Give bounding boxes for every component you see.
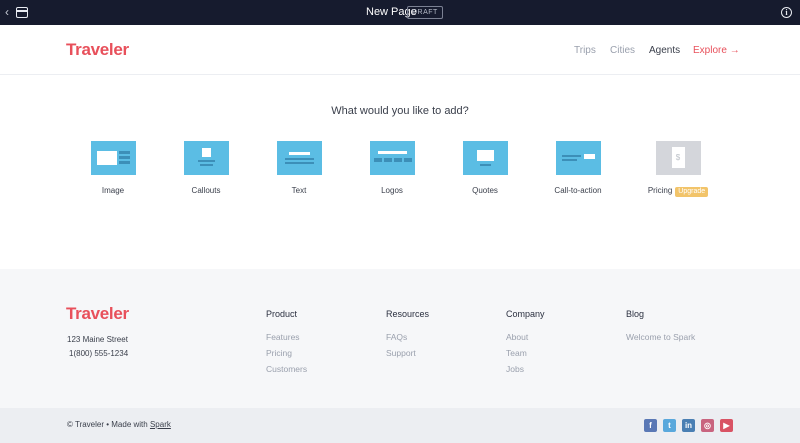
footer-column-title: Blog [626,309,645,319]
chevron-left-icon[interactable]: ‹ [5,5,15,20]
block-option-text[interactable]: Text [259,141,339,195]
youtube-icon[interactable]: ▶ [720,419,733,432]
window-icon[interactable] [16,7,28,18]
footer-logo[interactable]: Traveler [66,304,129,324]
footer-bottom-bar: © Traveler • Made with Spark f t in ◎ ▶ [0,408,800,443]
footer-link-welcome-to-spark[interactable]: Welcome to Spark [626,333,695,342]
instagram-icon[interactable]: ◎ [701,419,714,432]
upgrade-badge[interactable]: Upgrade [675,187,709,197]
footer-column-blog: Blog Welcome to Spark [626,309,695,349]
app-bar: ‹ New Page DRAFT i [0,0,800,25]
spark-link[interactable]: Spark [150,420,171,429]
block-label-row: Pricing Upgrade [638,186,718,197]
info-icon[interactable]: i [781,7,792,18]
block-option-logos[interactable]: Logos [352,141,432,195]
block-option-image[interactable]: Image [73,141,153,195]
footer-link-pricing[interactable]: Pricing [266,349,307,358]
footer-link-customers[interactable]: Customers [266,365,307,374]
copyright-text: © Traveler • Made with Spark [67,420,171,429]
add-section-heading: What would you like to add? [331,105,469,117]
block-option-callouts[interactable]: Callouts [166,141,246,195]
linkedin-icon[interactable]: in [682,419,695,432]
facebook-icon[interactable]: f [644,419,657,432]
site-footer: Traveler 123 Maine Street 1(800) 555-123… [0,269,800,408]
footer-link-jobs[interactable]: Jobs [506,365,545,374]
footer-link-features[interactable]: Features [266,333,307,342]
block-label: Text [291,186,307,195]
block-option-pricing[interactable]: $ Pricing Upgrade [638,141,718,197]
block-label: Quotes [472,186,498,195]
block-label: Call-to-action [554,186,602,195]
footer-link-faqs[interactable]: FAQs [386,333,429,342]
footer-column-resources: Resources FAQs Support [386,309,429,365]
nav-link-explore-label: Explore [693,45,727,56]
nav-link-cities[interactable]: Cities [610,45,635,56]
footer-phone: 1(800) 555-1234 [69,349,129,358]
site-header: Traveler Trips Cities Agents Explore → [0,25,800,75]
block-label: Callouts [191,186,221,195]
nav-link-explore[interactable]: Explore → [693,45,740,56]
arrow-right-icon: → [729,45,740,56]
draft-badge: DRAFT [407,6,443,19]
block-label: Pricing [647,186,673,195]
footer-address: 123 Maine Street [67,335,128,344]
twitter-icon[interactable]: t [663,419,676,432]
footer-column-title: Product [266,309,298,319]
nav-link-trips[interactable]: Trips [574,45,596,56]
footer-column-company: Company About Team Jobs [506,309,545,381]
quotes-block-thumbnail [462,141,508,175]
image-block-thumbnail [90,141,136,175]
text-block-thumbnail [276,141,322,175]
footer-link-team[interactable]: Team [506,349,545,358]
block-option-quotes[interactable]: Quotes [445,141,525,195]
copyright-prefix: © Traveler • Made with [67,420,148,429]
footer-column-title: Resources [386,309,430,319]
callouts-block-thumbnail [183,141,229,175]
block-label: Image [101,186,125,195]
block-option-call-to-action[interactable]: Call-to-action [538,141,618,195]
call-to-action-block-thumbnail [555,141,601,175]
footer-column-product: Product Features Pricing Customers [266,309,307,381]
footer-link-about[interactable]: About [506,333,545,342]
site-logo[interactable]: Traveler [66,40,129,60]
block-label: Logos [381,186,403,195]
pricing-block-thumbnail: $ [655,141,701,175]
logos-block-thumbnail [369,141,415,175]
footer-column-title: Company [506,309,545,319]
dollar-icon: $ [671,147,685,168]
nav-link-agents[interactable]: Agents [649,45,680,56]
footer-link-support[interactable]: Support [386,349,429,358]
